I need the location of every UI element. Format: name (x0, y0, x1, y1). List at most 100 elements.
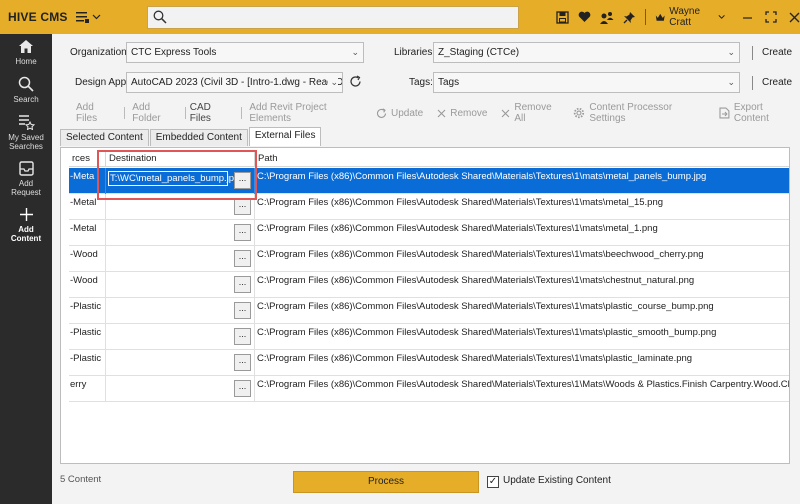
destination-cell[interactable]: ... (106, 350, 255, 376)
table-row[interactable]: -Meta T:\WC\metal_panels_bump.jpg ... C:… (69, 168, 789, 194)
browse-button[interactable]: ... (234, 198, 251, 215)
libraries-select[interactable]: Z_Staging (CTCe) ⌄ (433, 42, 740, 63)
organization-select[interactable]: CTC Express Tools ⌄ (126, 42, 364, 63)
chevron-down-icon: ⌄ (727, 47, 735, 57)
add-folder-button[interactable]: Add Folder (132, 102, 180, 124)
remove-button[interactable]: Remove (437, 108, 487, 119)
browse-button[interactable]: ... (234, 224, 251, 241)
browse-button[interactable]: ... (234, 328, 251, 345)
browse-button[interactable]: ... (234, 276, 251, 293)
destination-cell[interactable]: T:\WC\metal_panels_bump.jpg ... (106, 168, 255, 194)
browse-button[interactable]: ... (234, 250, 251, 267)
process-button[interactable]: Process (293, 471, 479, 493)
cad-files-button[interactable]: CAD Files (190, 102, 235, 124)
sidebar-item-add-request[interactable]: Add Request (0, 151, 52, 197)
tab-selected-content[interactable]: Selected Content (60, 129, 149, 146)
add-request-icon (18, 161, 34, 176)
toolbar-separator (184, 107, 186, 119)
remove-label: Remove (450, 107, 488, 119)
destination-cell[interactable]: ... (106, 246, 255, 272)
tab-embedded-content[interactable]: Embedded Content (149, 129, 248, 146)
source-cell: -Metal (69, 194, 106, 220)
fullscreen-icon[interactable] (765, 11, 777, 23)
sidebar-item-label: Search (13, 95, 39, 104)
table-row[interactable]: -Metal ... C:\Program Files (x86)\Common… (69, 194, 789, 220)
browse-button[interactable]: ... (234, 172, 251, 189)
column-header-path[interactable]: Path (255, 151, 789, 166)
source-cell: -Plastic (69, 350, 106, 376)
close-icon (437, 109, 446, 117)
update-button[interactable]: Update (376, 108, 423, 119)
destination-cell[interactable]: ... (106, 220, 255, 246)
separator (752, 46, 753, 60)
search-icon (18, 76, 34, 92)
home-icon (19, 40, 33, 53)
add-content-icon (19, 208, 33, 221)
sidebar-item-add-content[interactable]: Add Content (0, 197, 52, 243)
design-app-select[interactable]: AutoCAD 2023 (Civil 3D - [Intro-1.dwg - … (126, 72, 343, 93)
tags-value: Tags (438, 77, 460, 88)
sidebar-item-home[interactable]: Home (0, 34, 52, 66)
content-count: 5 Content (60, 474, 102, 485)
path-cell: C:\Program Files (x86)\Common Files\Auto… (255, 324, 789, 350)
update-existing-label: Update Existing Content (503, 475, 611, 486)
sidebar: Home Search My Saved Searches Add Reques… (0, 34, 52, 504)
sidebar-item-saved-searches[interactable]: My Saved Searches (0, 104, 52, 151)
sidebar-item-label: My Saved Searches (8, 133, 44, 151)
sidebar-item-label: Add Content (10, 225, 42, 243)
content-tabs: Selected Content Embedded Content Extern… (60, 127, 322, 146)
menu-toggle-button[interactable] (70, 0, 130, 34)
toolbar-separator (645, 9, 646, 25)
table-row[interactable]: -Plastic ... C:\Program Files (x86)\Comm… (69, 298, 789, 324)
create-library-link[interactable]: Create (762, 47, 792, 58)
save-icon[interactable] (556, 10, 569, 24)
create-tag-link[interactable]: Create (762, 77, 792, 88)
content-processor-settings-button[interactable]: Content Processor Settings (573, 102, 710, 124)
column-header-source[interactable]: rces (69, 151, 106, 166)
column-header-destination[interactable]: Destination (106, 151, 255, 166)
update-existing-checkbox[interactable]: ✓ (487, 476, 499, 488)
table-row[interactable]: -Plastic ... C:\Program Files (x86)\Comm… (69, 350, 789, 376)
separator (752, 76, 753, 90)
refresh-icon[interactable] (349, 75, 362, 88)
sidebar-item-search[interactable]: Search (0, 66, 52, 104)
destination-cell[interactable]: ... (106, 272, 255, 298)
add-revit-elements-button[interactable]: Add Revit Project Elements (249, 102, 370, 124)
table-row[interactable]: -Wood ... C:\Program Files (x86)\Common … (69, 272, 789, 298)
destination-cell[interactable]: ... (106, 194, 255, 220)
content-toolbar: Add Files Add Folder CAD Files Add Revit… (76, 102, 800, 124)
close-icon[interactable] (789, 12, 800, 23)
source-cell: -Wood (69, 272, 106, 298)
browse-button[interactable]: ... (234, 380, 251, 397)
destination-cell[interactable]: ... (106, 298, 255, 324)
remove-all-button[interactable]: Remove All (501, 102, 564, 124)
browse-button[interactable]: ... (234, 302, 251, 319)
add-files-button[interactable]: Add Files (76, 102, 117, 124)
destination-cell[interactable]: ... (106, 324, 255, 350)
export-content-button[interactable]: Export Content (719, 102, 800, 124)
tags-label: Tags: (409, 77, 433, 88)
minimize-icon[interactable] (742, 12, 753, 23)
tags-select[interactable]: Tags ⌄ (433, 72, 740, 93)
organization-value: CTC Express Tools (131, 47, 217, 58)
path-cell: C:\Program Files (x86)\Common Files\Auto… (255, 376, 789, 402)
heart-icon[interactable] (578, 10, 591, 24)
tab-external-files[interactable]: External Files (248, 127, 322, 146)
path-cell: C:\Program Files (x86)\Common Files\Auto… (255, 220, 789, 246)
table-row[interactable]: -Plastic ... C:\Program Files (x86)\Comm… (69, 324, 789, 350)
table-row[interactable]: -Metal ... C:\Program Files (x86)\Common… (69, 220, 789, 246)
share-users-icon[interactable] (600, 10, 614, 24)
user-menu[interactable]: Wayne Cratt (655, 6, 725, 28)
title-bar: HIVE CMS Wayne Cratt (0, 0, 800, 34)
destination-input[interactable]: T:\WC\metal_panels_bump.jpg (108, 171, 239, 186)
pin-icon[interactable] (623, 10, 636, 24)
table-row[interactable]: -Wood ... C:\Program Files (x86)\Common … (69, 246, 789, 272)
app-title: HIVE CMS (8, 10, 68, 24)
design-app-value: AutoCAD 2023 (Civil 3D - [Intro-1.dwg - … (131, 77, 343, 88)
table-row[interactable]: erry ... C:\Program Files (x86)\Common F… (69, 376, 789, 402)
destination-cell[interactable]: ... (106, 376, 255, 402)
update-label: Update (390, 107, 424, 119)
browse-button[interactable]: ... (234, 354, 251, 371)
search-input[interactable] (147, 6, 519, 29)
source-cell: -Plastic (69, 324, 106, 350)
